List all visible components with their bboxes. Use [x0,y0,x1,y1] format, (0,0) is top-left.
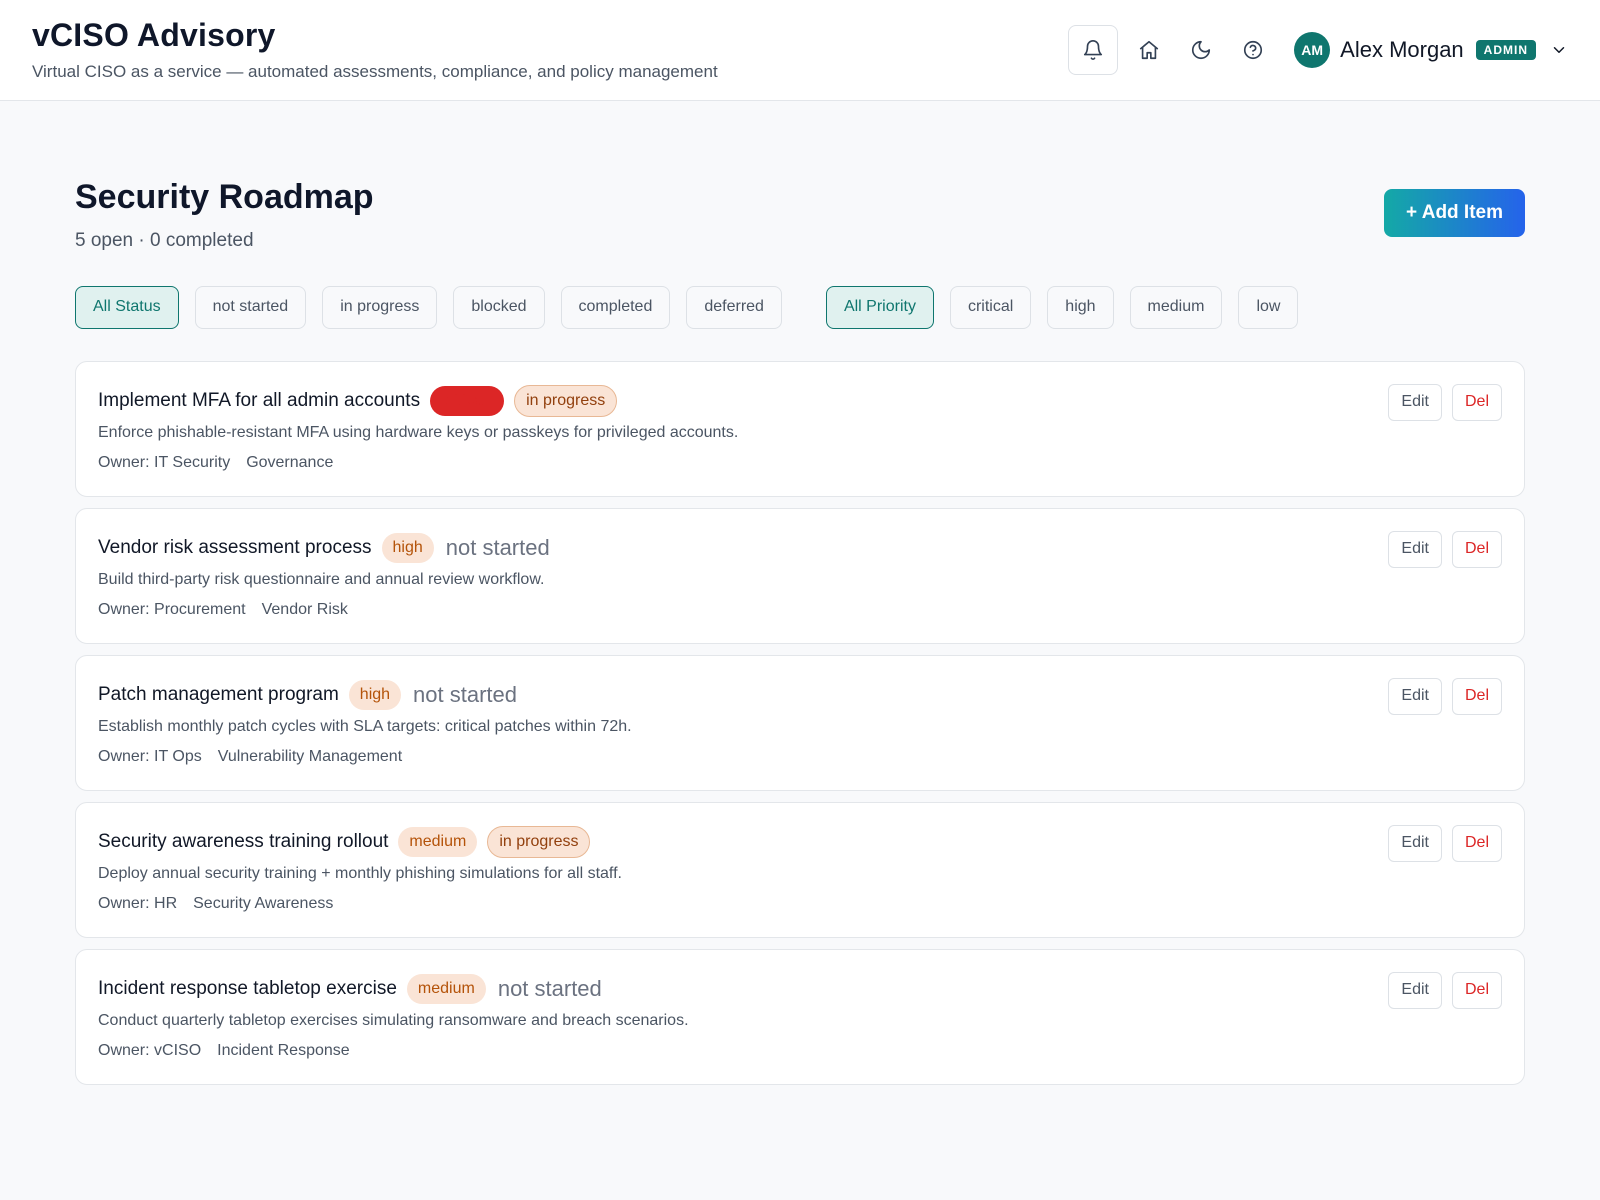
filter-priority-high[interactable]: high [1047,285,1114,329]
filter-status-all[interactable]: All Status [75,285,179,329]
filter-bar: All Status not started in progress block… [75,285,1525,329]
top-bar: vCISO Advisory Virtual CISO as a service… [0,0,1600,101]
item-title: Implement MFA for all admin accounts [98,389,421,411]
item-description: Establish monthly patch cycles with SLA … [98,717,632,735]
priority-badge: critical [430,385,505,416]
filter-status-blocked[interactable]: blocked [453,285,545,329]
page-title: Security Roadmap [75,178,374,216]
roadmap-item: Implement MFA for all admin accounts cri… [75,360,1525,497]
filter-priority-low[interactable]: low [1238,285,1299,329]
item-owner: Owner: IT Ops [98,747,202,765]
roadmap-item: Incident response tabletop exercise medi… [75,948,1525,1085]
bell-icon[interactable] [1068,25,1119,75]
edit-button[interactable]: Edit [1388,824,1442,862]
edit-button[interactable]: Edit [1388,677,1442,715]
status-label: not started [413,681,517,707]
page-summary: 5 open · 0 completed [75,229,254,251]
status-badge: in progress [487,825,591,858]
edit-button[interactable]: Edit [1388,383,1442,421]
delete-button[interactable]: Del [1451,530,1502,568]
item-description: Deploy annual security training + monthl… [98,864,622,882]
brand: vCISO Advisory Virtual CISO as a service… [32,18,718,81]
item-title: Vendor risk assessment process [98,536,372,558]
home-icon[interactable] [1124,25,1174,75]
item-title: Patch management program [98,683,339,705]
delete-button[interactable]: Del [1451,383,1502,421]
app-title: vCISO Advisory [32,17,276,54]
item-category: Vendor Risk [261,600,348,618]
edit-button[interactable]: Edit [1388,971,1442,1009]
priority-badge: high [348,679,402,710]
item-category: Incident Response [217,1041,350,1059]
user-name: Alex Morgan [1340,37,1464,62]
status-label: not started [497,975,602,1001]
app-tagline: Virtual CISO as a service — automated as… [32,61,718,81]
user-menu[interactable]: AM Alex Morgan ADMIN [1294,32,1568,68]
item-category: Vulnerability Management [217,747,403,765]
delete-button[interactable]: Del [1451,677,1502,715]
item-owner: Owner: vCISO [98,1041,202,1059]
status-label: not started [445,534,550,560]
item-title: Incident response tabletop exercise [98,977,397,999]
help-icon[interactable] [1228,25,1278,75]
roadmap-list: Implement MFA for all admin accounts cri… [75,360,1525,1085]
header-actions: AM Alex Morgan ADMIN [1068,25,1568,75]
title-row: Security Roadmap 5 open · 0 completed + … [75,177,1525,252]
filter-status-not-started[interactable]: not started [194,285,307,329]
filter-priority-medium[interactable]: medium [1129,285,1223,329]
item-owner: Owner: HR [98,894,178,912]
moon-icon[interactable] [1176,25,1226,75]
item-description: Conduct quarterly tabletop exercises sim… [98,1011,689,1029]
item-description: Enforce phishable-resistant MFA using ha… [98,423,739,441]
delete-button[interactable]: Del [1451,971,1502,1009]
filter-status-in-progress[interactable]: in progress [322,285,438,329]
roadmap-item: Vendor risk assessment process high not … [75,507,1525,644]
item-owner: Owner: Procurement [98,600,246,618]
role-badge: ADMIN [1475,40,1536,60]
roadmap-item: Patch management program high not starte… [75,654,1525,791]
priority-badge: high [381,532,434,563]
item-category: Governance [246,453,334,471]
filter-status-completed[interactable]: completed [560,285,671,329]
priority-badge: medium [406,973,486,1004]
filter-status-deferred[interactable]: deferred [686,285,782,329]
status-badge: in progress [514,384,618,417]
add-item-button[interactable]: + Add Item [1384,189,1525,237]
main-content: Security Roadmap 5 open · 0 completed + … [0,101,1600,1085]
item-owner: Owner: IT Security [98,453,231,471]
filter-priority-critical[interactable]: critical [949,285,1032,329]
item-title: Security awareness training rollout [98,830,389,852]
chevron-down-icon[interactable] [1550,41,1568,59]
item-description: Build third-party risk questionnaire and… [98,570,545,588]
delete-button[interactable]: Del [1451,824,1502,862]
priority-badge: medium [398,826,478,857]
filter-priority-all[interactable]: All Priority [825,285,934,329]
roadmap-item: Security awareness training rollout medi… [75,801,1525,938]
avatar: AM [1294,32,1331,68]
edit-button[interactable]: Edit [1388,530,1442,568]
item-category: Security Awareness [193,894,334,912]
